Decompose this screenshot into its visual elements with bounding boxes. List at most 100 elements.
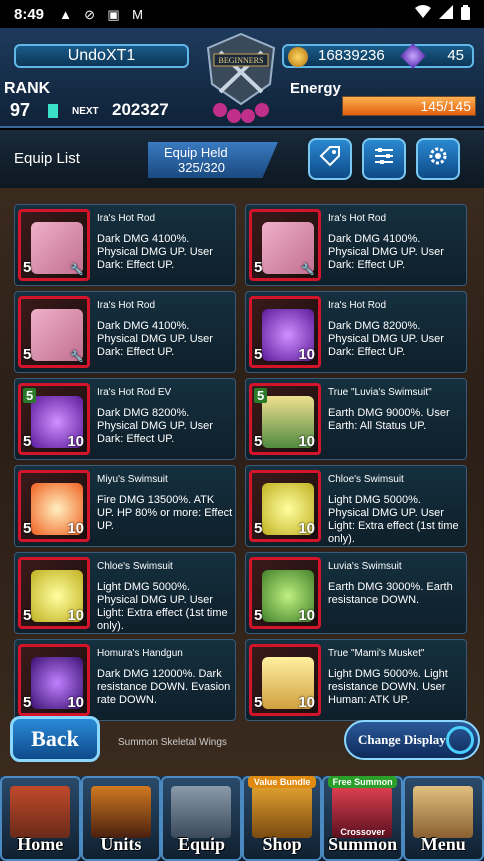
enhance-level: 10: [67, 520, 84, 537]
rank-label: RANK: [4, 80, 51, 97]
beginners-emblem[interactable]: BEGINNERS: [192, 30, 290, 126]
equipment-description: Dark DMG 4100%. Physical DMG UP. User Da…: [97, 320, 213, 358]
equipment-card[interactable]: 5 10 Luvia's Swimsuit Earth DMG 3000%. Eart…: [245, 552, 467, 634]
enhance-level: 10: [67, 433, 84, 450]
equipment-description: Dark DMG 8200%. Physical DMG UP. User Da…: [328, 320, 444, 358]
back-button[interactable]: Back: [10, 716, 100, 762]
equipment-name: Ira's Hot Rod: [97, 300, 156, 311]
next-label: NEXT: [72, 106, 99, 117]
tag-filter-button[interactable]: [308, 138, 352, 180]
sliders-icon: [373, 145, 395, 173]
change-display-label: Change Display: [358, 732, 446, 747]
equip-held-box: Equip Held 325/320: [148, 142, 278, 178]
equipment-card[interactable]: 5 10 Miyu's Swimsuit Fire DMG 13500%. ATK U…: [14, 465, 236, 547]
battery-icon: [461, 4, 470, 24]
nav-equip[interactable]: Equip: [161, 776, 242, 861]
plus-level: 5: [254, 694, 263, 711]
equipment-card[interactable]: 5 🔧 Ira's Hot Rod Dark DMG 4100%. Physical …: [14, 291, 236, 373]
equipment-card[interactable]: 5 10 Chloe's Swimsuit Light DMG 5000%. Phys…: [245, 465, 467, 547]
equipment-name: Ira's Hot Rod: [97, 213, 156, 224]
equipment-thumbnail: 5 5 10: [18, 383, 90, 455]
equipment-name: Luvia's Swimsuit: [328, 561, 402, 572]
gold-coin-icon: [288, 47, 308, 67]
equipment-name: Chloe's Swimsuit: [97, 561, 173, 572]
gem-value: 45: [447, 47, 464, 64]
enhance-level: 10: [67, 607, 84, 624]
equipment-description: Fire DMG 13500%. ATK UP. HP 80% or more:…: [97, 494, 233, 532]
bottom-nav: Home Units Equip Value Bundle Shop Free Summo…: [0, 776, 484, 861]
equipment-card[interactable]: 5 🔧 Ira's Hot Rod Dark DMG 4100%. Physical …: [14, 204, 236, 286]
nav-tag: Free Summon: [328, 776, 397, 788]
system-icons: [415, 4, 470, 24]
gmail-icon: M: [132, 6, 143, 22]
plus-level: 5: [254, 520, 263, 537]
shop-icon: [251, 786, 312, 838]
equip-list-title: Equip List: [14, 150, 80, 167]
plus-level: 5: [23, 607, 32, 624]
equipment-thumbnail: 5 10: [18, 644, 90, 716]
enhance-level: 10: [298, 607, 315, 624]
signal-icon: [439, 5, 453, 23]
change-display-button[interactable]: Change Display: [344, 720, 480, 760]
nav-summon[interactable]: Free Summon Crossover Summon: [322, 776, 403, 861]
emblem-text: BEGINNERS: [219, 56, 264, 65]
settings-button[interactable]: [416, 138, 460, 180]
equip-icon: [171, 786, 232, 838]
equipment-card[interactable]: 5 🔧 Ira's Hot Rod Dark DMG 4100%. Physical …: [245, 204, 467, 286]
equipment-thumbnail: 5 🔧: [18, 209, 90, 281]
equipment-name: Chloe's Swimsuit: [328, 474, 404, 485]
partial-row-label: Summon Skeletal Wings: [118, 737, 227, 748]
equipment-name: True "Mami's Musket": [328, 648, 425, 659]
plus-level: 5: [254, 259, 263, 276]
next-exp-value: 202327: [112, 100, 169, 119]
equipment-card[interactable]: 5 10 True "Mami's Musket" Light DMG 5000%. …: [245, 639, 467, 721]
plus-level: 5: [23, 694, 32, 711]
menu-icon: [412, 786, 473, 838]
plus-level: 5: [254, 607, 263, 624]
equipment-name: Homura's Handgun: [97, 648, 183, 659]
energy-bar: 145/145: [342, 96, 476, 116]
sort-settings-button[interactable]: [362, 138, 406, 180]
equipment-thumbnail: 5 10: [18, 470, 90, 542]
equipment-card[interactable]: 5 5 10 Ira's Hot Rod EV Dark DMG 8200%. Phys…: [14, 378, 236, 460]
equipment-card[interactable]: 5 10 Homura's Handgun Dark DMG 12000%. Dark…: [14, 639, 236, 721]
plus-level: 5: [23, 520, 32, 537]
nav-label: Menu: [420, 834, 466, 854]
no-sim-icon: ⊘: [84, 6, 95, 22]
equipment-description: Dark DMG 4100%. Physical DMG UP. User Da…: [328, 233, 444, 271]
plus-level: 5: [23, 346, 32, 363]
nav-label: Summon: [328, 834, 398, 854]
notification-icons: ▲ ⊘ ▣ M: [58, 7, 145, 22]
player-name: UndoXT1: [14, 44, 189, 68]
nav-home[interactable]: Home: [0, 776, 81, 861]
currency-box: 16839236 45: [282, 43, 474, 69]
nav-label: Units: [100, 834, 142, 854]
gem-icon: [400, 43, 426, 69]
equipment-description: Light DMG 5000%. Physical DMG UP. User L…: [97, 581, 228, 632]
energy-label: Energy: [290, 80, 341, 97]
equipment-name: Ira's Hot Rod: [328, 300, 387, 311]
status-bar: 8:49 ▲ ⊘ ▣ M: [0, 0, 484, 28]
status-time: 8:49: [14, 5, 45, 23]
equipment-card[interactable]: 5 5 10 True "Luvia's Swimsuit" Earth DMG 900…: [245, 378, 467, 460]
nav-menu[interactable]: Menu: [402, 776, 484, 861]
equipment-description: Earth DMG 3000%. Earth resistance DOWN.: [328, 581, 453, 606]
swap-icon: [446, 726, 474, 754]
top-badge: 5: [254, 388, 268, 403]
nav-units[interactable]: Units: [80, 776, 162, 861]
equipment-name: Ira's Hot Rod: [328, 213, 387, 224]
plus-level: 5: [23, 259, 32, 276]
equip-list-bar: Equip List Equip Held 325/320: [0, 130, 484, 188]
enhance-level: 10: [67, 694, 84, 711]
equipment-description: Dark DMG 8200%. Physical DMG UP. User Da…: [97, 407, 213, 445]
equipment-card[interactable]: 5 10 Chloe's Swimsuit Light DMG 5000%. Phys…: [14, 552, 236, 634]
plus-level: 5: [254, 346, 263, 363]
nav-shop[interactable]: Value Bundle Shop: [241, 776, 323, 861]
tag-icon: [319, 145, 341, 173]
equipment-card[interactable]: 5 10 Ira's Hot Rod Dark DMG 8200%. Physical…: [245, 291, 467, 373]
equipment-thumbnail: 5 10: [249, 296, 321, 368]
enhance-level: 10: [298, 346, 315, 363]
equipment-description: Earth DMG 9000%. User Earth: All Status …: [328, 407, 450, 432]
equipment-grid[interactable]: 5 🔧 Ira's Hot Rod Dark DMG 4100%. Physical …: [0, 188, 484, 776]
plus-level: 5: [23, 433, 32, 450]
